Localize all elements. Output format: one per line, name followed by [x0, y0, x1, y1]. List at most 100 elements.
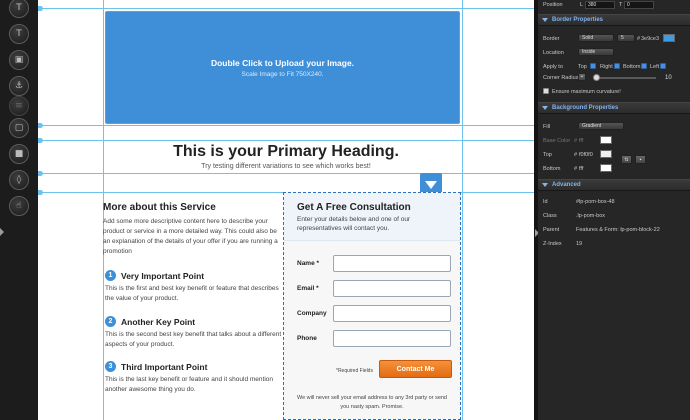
- top-color-swatch[interactable]: [600, 150, 612, 158]
- company-input[interactable]: [333, 305, 451, 322]
- apply-to-label: Apply to: [543, 64, 563, 70]
- position-label: Position: [543, 2, 563, 8]
- position-top-field[interactable]: 0: [624, 1, 654, 9]
- tool-palette: T T ▣ ⚓ ≡ ▢ ■ ◊ ☝: [0, 0, 38, 420]
- border-properties-title: Border Properties: [552, 17, 604, 23]
- position-l-label: L: [580, 2, 584, 8]
- primary-heading[interactable]: This is your Primary Heading.: [38, 143, 534, 161]
- image-icon[interactable]: ▣: [9, 50, 29, 70]
- guide-marker-icon[interactable]: [38, 190, 43, 195]
- code-icon[interactable]: ◊: [9, 170, 29, 190]
- apply-top-checkbox[interactable]: [590, 63, 596, 69]
- bottom-color-value[interactable]: fff: [579, 166, 583, 172]
- guide-marker-icon[interactable]: [38, 6, 43, 11]
- box-icon[interactable]: ▢: [9, 118, 29, 138]
- upload-title: Double Click to Upload your Image.: [210, 57, 355, 68]
- class-value[interactable]: .lp-pom-box: [576, 213, 605, 219]
- guide-line[interactable]: [38, 173, 534, 174]
- border-color-value[interactable]: 3e9ce3: [641, 36, 659, 42]
- text-icon[interactable]: T: [9, 0, 29, 18]
- phone-input[interactable]: [333, 330, 451, 347]
- expand-triangle-icon: [542, 106, 548, 110]
- fill-label: Fill: [543, 124, 551, 130]
- parent-value[interactable]: Features & Form: lp-pom-block-22: [576, 227, 660, 233]
- zindex-label: Z-Index: [543, 241, 562, 247]
- id-value[interactable]: #lp-pom-box-48: [576, 199, 615, 205]
- border-style-select[interactable]: Solid: [578, 34, 614, 42]
- name-label: Name *: [297, 260, 320, 267]
- apply-right-checkbox[interactable]: [614, 63, 620, 69]
- position-left-field[interactable]: 380: [585, 1, 615, 9]
- border-color-swatch[interactable]: [663, 34, 675, 42]
- form-intro: Enter your details below and one of our …: [297, 216, 411, 232]
- page-canvas[interactable]: Double Click to Upload your Image. Scale…: [38, 0, 534, 420]
- bottom-color-swatch[interactable]: [600, 164, 612, 172]
- apply-left-checkbox[interactable]: [660, 63, 666, 69]
- guide-marker-icon[interactable]: [38, 171, 43, 176]
- key-point-title-text: Another Key Point: [121, 316, 196, 327]
- hash-label: #: [574, 138, 578, 144]
- top-color-label: Top: [543, 152, 552, 158]
- sub-heading[interactable]: Try testing different variations to see …: [38, 163, 534, 170]
- guide-marker-icon[interactable]: [38, 123, 43, 128]
- bottom-color-label: Bottom: [543, 166, 561, 172]
- key-point-text[interactable]: This is the second best key benefit that…: [105, 330, 285, 350]
- key-point-text[interactable]: This is the first and best key benefit o…: [105, 284, 285, 304]
- swap-colors-icon[interactable]: ⇅: [621, 155, 632, 164]
- number-badge-icon: 3: [105, 361, 116, 372]
- number-badge-icon: 2: [105, 316, 116, 327]
- zindex-value[interactable]: 19: [576, 241, 582, 247]
- max-curvature-label: Ensure maximum curvature!: [552, 89, 621, 95]
- apply-bottom-checkbox[interactable]: [641, 63, 647, 69]
- social-icon[interactable]: ☝: [9, 196, 29, 216]
- number-badge-icon: 1: [105, 270, 116, 281]
- video-icon[interactable]: ■: [9, 144, 29, 164]
- corner-radius-value[interactable]: 10: [665, 75, 672, 81]
- top-color-value[interactable]: f0f0f0: [579, 152, 593, 158]
- guide-line[interactable]: [38, 125, 534, 126]
- name-input[interactable]: [333, 255, 451, 272]
- max-curvature-checkbox[interactable]: [543, 88, 549, 94]
- corner-radius-slider[interactable]: [596, 77, 656, 79]
- apply-left-label: Left: [650, 64, 660, 70]
- form-icon[interactable]: ≡: [9, 96, 29, 116]
- base-color-value[interactable]: fff: [579, 138, 583, 144]
- border-properties-header[interactable]: Border Properties: [538, 14, 690, 26]
- parent-label: Parent: [543, 227, 560, 233]
- key-point-title[interactable]: 3 Third Important Point: [105, 361, 207, 372]
- collapse-left-icon[interactable]: [0, 228, 4, 236]
- key-point-title[interactable]: 1 Very Important Point: [105, 270, 204, 281]
- guide-line[interactable]: [38, 140, 534, 141]
- location-label: Location: [543, 50, 564, 56]
- drag-handle-icon[interactable]: [420, 173, 442, 192]
- anchor-icon[interactable]: ⚓: [9, 76, 29, 96]
- guide-line[interactable]: [38, 8, 534, 9]
- key-point-text[interactable]: This is the last key benefit or feature …: [105, 375, 285, 395]
- location-select[interactable]: Inside: [578, 48, 614, 56]
- section-description[interactable]: Add some more descriptive content here t…: [103, 217, 283, 257]
- radius-link-icon[interactable]: +: [578, 73, 586, 81]
- guide-line[interactable]: [462, 0, 463, 420]
- base-color-swatch[interactable]: [600, 136, 612, 144]
- key-point-title[interactable]: 2 Another Key Point: [105, 316, 195, 327]
- image-upload-placeholder[interactable]: Double Click to Upload your Image. Scale…: [105, 11, 460, 124]
- advanced-header[interactable]: Advanced: [538, 179, 690, 191]
- contact-me-button[interactable]: Contact Me: [379, 360, 452, 378]
- fill-select[interactable]: Gradient: [578, 122, 624, 130]
- phone-label: Phone: [297, 335, 317, 342]
- border-width-select[interactable]: 5: [617, 34, 635, 42]
- consultation-form-box[interactable]: Get A Free Consultation Enter your detai…: [283, 192, 461, 420]
- section-title[interactable]: More about this Service: [103, 202, 216, 213]
- upload-subtitle: Scale Image to Fit 750X240.: [241, 70, 324, 78]
- lock-icon[interactable]: ▪: [635, 155, 646, 164]
- privacy-note: We will never sell your email address to…: [297, 395, 447, 410]
- class-label: Class: [543, 213, 557, 219]
- id-label: Id: [543, 199, 548, 205]
- email-input[interactable]: [333, 280, 451, 297]
- text-tool-icon[interactable]: T: [9, 24, 29, 44]
- company-label: Company: [297, 310, 327, 317]
- expand-triangle-icon: [542, 18, 548, 22]
- background-properties-header[interactable]: Background Properties: [538, 102, 690, 114]
- slider-knob-icon[interactable]: [593, 74, 600, 81]
- apply-top-label: Top: [578, 64, 587, 70]
